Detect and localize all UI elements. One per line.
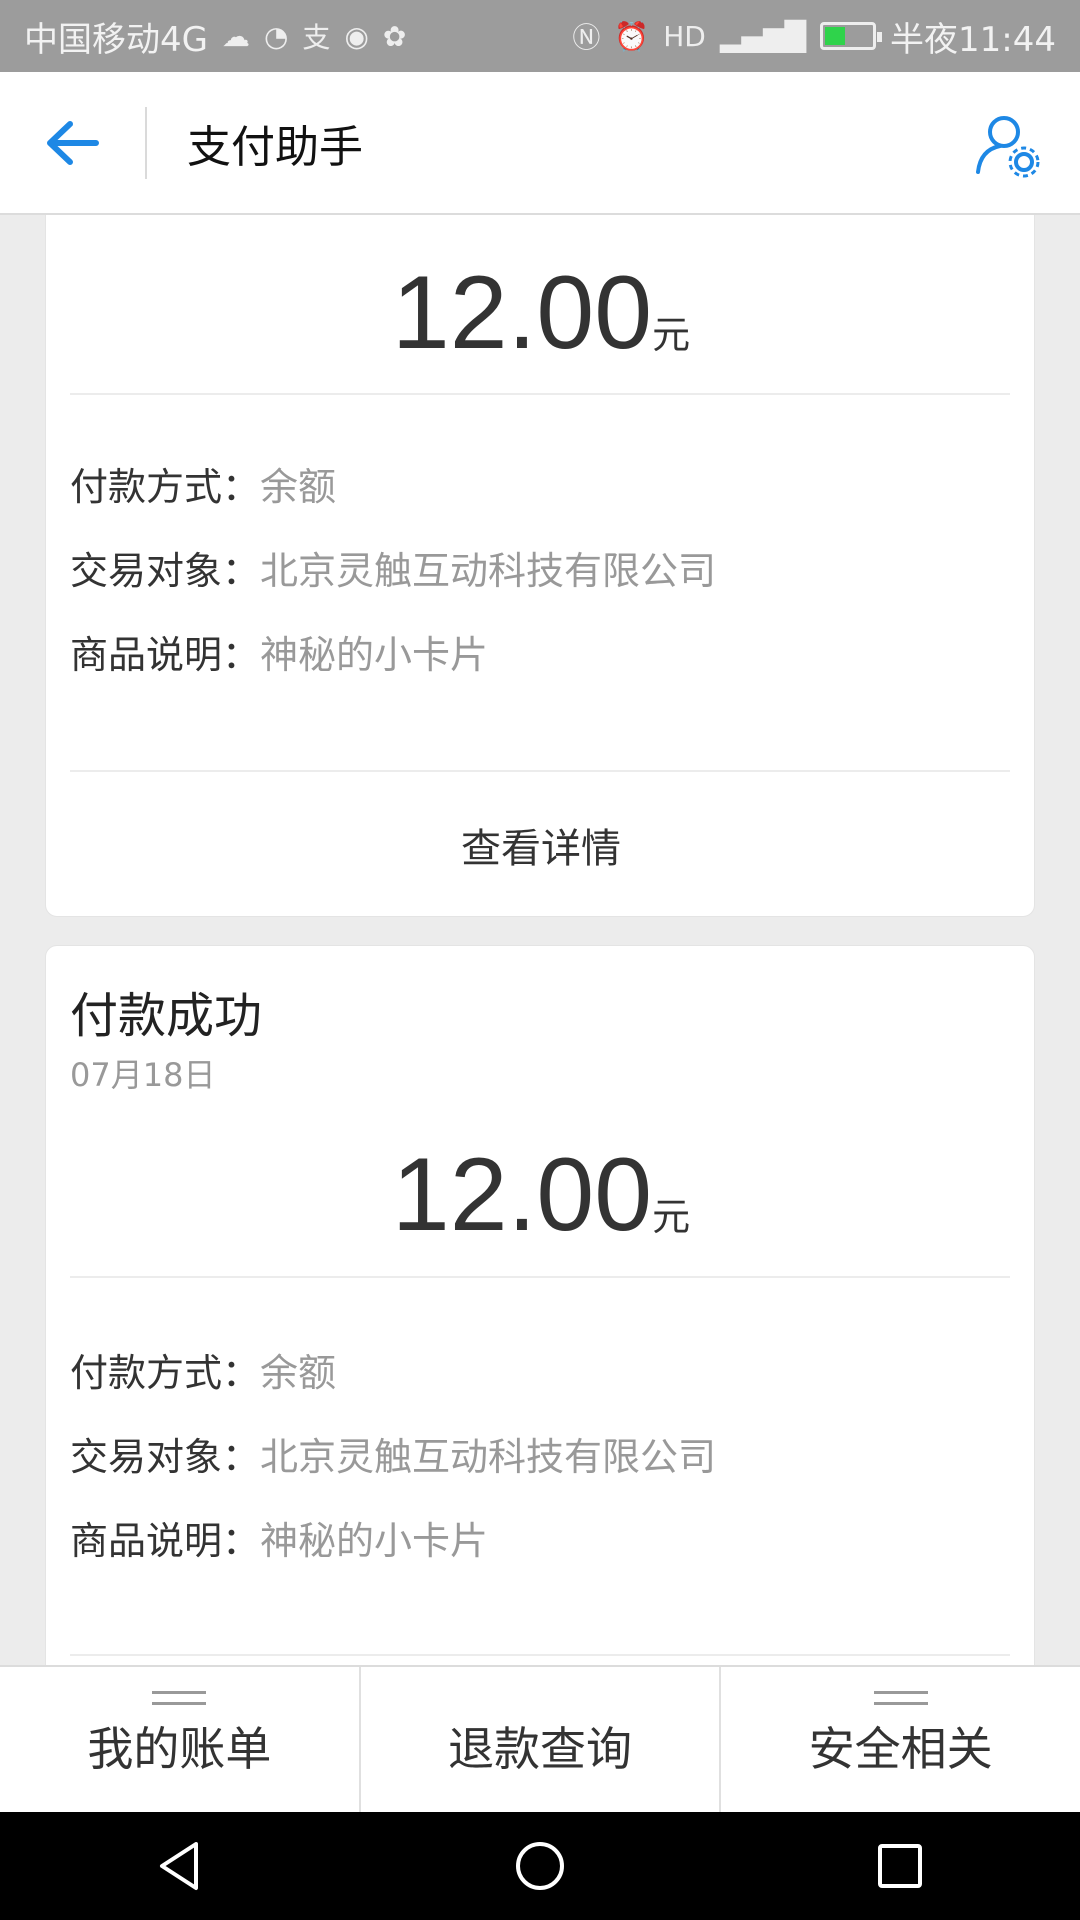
cloud-icon: ☁ [221,19,250,53]
bottom-nav: 我的账单 退款查询 安全相关 [0,1665,1080,1812]
nfc-icon: Ⓝ [572,21,601,54]
carrier-label: 中国移动4G [24,19,208,60]
row-value: 北京灵触互动科技有限公司 [260,549,717,593]
row-value: 余额 [260,1351,337,1395]
alipay-icon: 支 [302,21,331,54]
audio-icon: ◉ [344,19,369,53]
amount-value: 12.00 [391,255,653,371]
payment-card: 付款成功 07月18日 12.00元 付款方式： 余额 交易对象： 北京灵触互动… [45,945,1035,1665]
nav-security[interactable]: 安全相关 [719,1667,1080,1812]
clock-label: 半夜11:44 [890,19,1056,60]
status-bar: 中国移动4G ☁ ◔ 支 ◉ ✿ Ⓝ ⏰ HD ▂▄▆█ 半夜11:44 [0,0,1080,72]
amount-display: 12.00元 [46,254,1036,373]
row-key: 商品说明： [70,633,261,677]
row-value: 神秘的小卡片 [260,633,489,677]
detail-row: 付款方式： 余额 [70,456,336,511]
user-settings-button[interactable] [974,112,1044,182]
row-value: 余额 [260,465,337,509]
card-date: 07月18日 [70,1056,216,1094]
alarm-icon: ⏰ [614,19,650,53]
card-title: 付款成功 [70,988,263,1044]
menu-lines-icon [873,1691,928,1705]
divider [70,1276,1010,1278]
menu-lines-icon [152,1691,207,1705]
divider [70,1654,1010,1656]
back-button[interactable] [0,71,145,214]
detail-row: 交易对象： 北京灵触互动科技有限公司 [70,540,716,595]
divider [70,393,1010,395]
back-arrow-icon [46,120,99,165]
recents-square-icon[interactable] [872,1838,928,1894]
row-key: 交易对象： [70,1435,261,1479]
nav-label: 安全相关 [808,1721,993,1776]
wechat-icon: ◔ [263,19,289,53]
row-value: 神秘的小卡片 [260,1519,489,1563]
header-bar: 支付助手 [0,72,1080,215]
row-key: 付款方式： [70,1351,261,1395]
page-title: 支付助手 [187,121,363,173]
system-nav-bar [0,1812,1080,1920]
amount-display: 12.00元 [46,1136,1036,1255]
view-details-link[interactable]: 查看详情 [46,816,1036,874]
detail-row: 商品说明： 神秘的小卡片 [70,624,488,679]
amount-value: 12.00 [391,1137,653,1253]
payment-card: 12.00元 付款方式： 余额 交易对象： 北京灵触互动科技有限公司 商品说明：… [45,215,1035,917]
header-divider [145,106,147,179]
signal-icon: ▂▄▆█ [719,19,807,53]
uc-browser-icon: ✿ [382,19,407,53]
home-circle-icon[interactable] [512,1838,568,1894]
amount-unit: 元 [652,1195,691,1239]
row-value: 北京灵触互动科技有限公司 [260,1435,717,1479]
back-triangle-icon[interactable] [152,1838,208,1894]
divider [70,770,1010,772]
row-key: 商品说明： [70,1519,261,1563]
nav-label: 退款查询 [448,1721,632,1776]
hd-icon: HD [663,19,706,53]
nav-refund-query[interactable]: 退款查询 [358,1667,720,1812]
amount-unit: 元 [652,313,691,357]
row-key: 付款方式： [70,465,261,509]
nav-label: 我的账单 [87,1721,272,1776]
nav-my-bills[interactable]: 我的账单 [0,1667,359,1812]
detail-row: 付款方式： 余额 [70,1342,336,1397]
user-settings-icon [976,116,1040,178]
row-key: 交易对象： [70,549,261,593]
detail-row: 交易对象： 北京灵触互动科技有限公司 [70,1426,716,1481]
battery-icon [820,22,883,50]
payment-list[interactable]: 12.00元 付款方式： 余额 交易对象： 北京灵触互动科技有限公司 商品说明：… [0,215,1080,1665]
detail-row: 商品说明： 神秘的小卡片 [70,1510,488,1565]
